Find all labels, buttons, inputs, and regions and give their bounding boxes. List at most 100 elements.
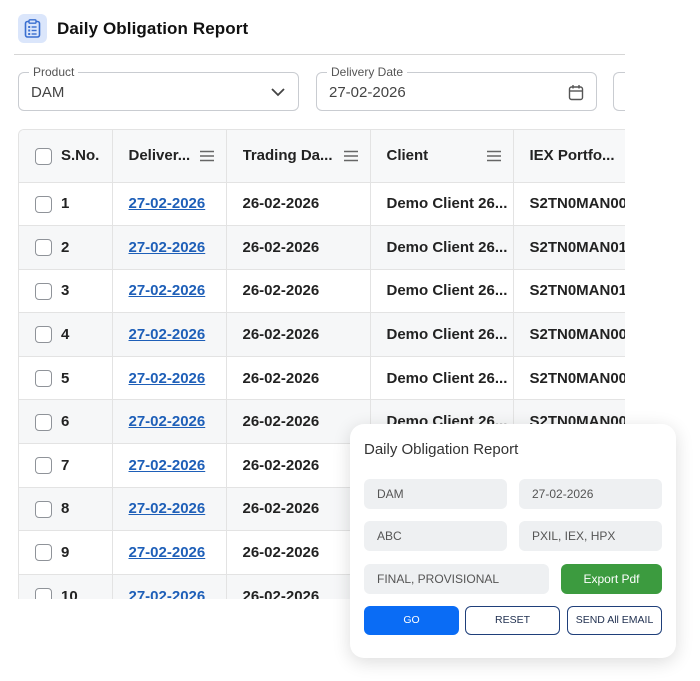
row-checkbox[interactable] [35,544,52,562]
table-row[interactable]: 5 27-02-2026 26-02-2026 Demo Client 26... S2… [19,356,625,401]
row-select-cell [19,312,61,357]
delivery-date-value: 27-02-2026 [329,84,406,101]
iex-portfolio-cell: S2TN0MAN00... [513,312,625,357]
sno-cell: 9 [61,530,113,575]
row-checkbox[interactable] [35,369,52,387]
sno-cell: 10 [61,574,113,599]
delivery-date-link[interactable]: 27-02-2026 [129,282,206,299]
row-select-cell [19,269,61,314]
product-label: Product [29,65,79,79]
delivery-date-link[interactable]: 27-02-2026 [129,239,206,256]
delivery-date-cell: 27-02-2026 [112,225,227,270]
table-row[interactable]: 3 27-02-2026 26-02-2026 Demo Client 26... S2… [19,269,625,314]
column-header-delivery[interactable]: Deliver... [112,130,227,183]
column-menu-icon[interactable] [199,150,214,162]
column-header-sno[interactable]: S.No. [61,130,113,183]
calendar-icon[interactable] [568,84,584,106]
sno-cell: 3 [61,269,113,314]
delivery-date-cell: 27-02-2026 [112,574,227,599]
row-select-cell [19,399,61,445]
sno-cell: 1 [61,182,113,227]
card-exchange-field[interactable]: PXIL, IEX, HPX [519,521,662,551]
header-divider [14,54,625,55]
delivery-date-link[interactable]: 27-02-2026 [129,457,206,474]
trading-date-cell: 26-02-2026 [226,487,371,532]
report-card: Daily Obligation Report DAM 27-02-2026 A… [350,424,676,658]
sno-cell: 4 [61,312,113,357]
delivery-date-cell: 27-02-2026 [112,312,227,357]
delivery-date-link[interactable]: 27-02-2026 [129,370,206,387]
reset-button[interactable]: RESET [465,606,560,635]
client-cell: Demo Client 26... [370,269,514,314]
row-checkbox[interactable] [35,413,52,431]
delivery-date-link[interactable]: 27-02-2026 [129,588,206,599]
partial-filter-field[interactable] [613,72,625,111]
delivery-date-label: Delivery Date [327,65,408,79]
iex-portfolio-cell: S2TN0MAN01... [513,269,625,314]
select-all-checkbox[interactable] [35,147,52,165]
sno-cell: 7 [61,443,113,488]
row-select-cell [19,487,61,532]
sno-cell: 2 [61,225,113,270]
row-checkbox[interactable] [35,239,52,257]
trading-date-cell: 26-02-2026 [226,182,371,227]
client-cell: Demo Client 26... [370,356,514,401]
card-title: Daily Obligation Report [364,441,519,458]
delivery-date-cell: 27-02-2026 [112,443,227,488]
product-select[interactable]: Product DAM [18,65,299,111]
delivery-date-link[interactable]: 27-02-2026 [129,500,206,517]
delivery-date-link[interactable]: 27-02-2026 [129,326,206,343]
column-header-trading-date[interactable]: Trading Da... [226,130,371,183]
sno-cell: 5 [61,356,113,401]
column-header-iex-portfolio[interactable]: IEX Portfo... [513,130,625,183]
trading-date-cell: 26-02-2026 [226,269,371,314]
trading-date-cell: 26-02-2026 [226,356,371,401]
row-select-cell [19,182,61,227]
delivery-date-field[interactable]: Delivery Date 27-02-2026 [316,65,597,111]
product-value: DAM [31,84,65,101]
row-select-cell [19,225,61,270]
row-checkbox[interactable] [35,326,52,344]
sno-cell: 6 [61,399,113,445]
column-menu-icon[interactable] [486,150,501,162]
clipboard-list-icon [18,14,47,43]
select-all-cell [19,130,61,183]
table-row[interactable]: 2 27-02-2026 26-02-2026 Demo Client 26... S2… [19,225,625,270]
page: Daily Obligation Report Product DAM Deli… [0,0,700,681]
client-cell: Demo Client 26... [370,225,514,270]
column-header-client[interactable]: Client [370,130,514,183]
row-checkbox[interactable] [35,282,52,300]
card-client-field[interactable]: ABC [364,521,507,551]
row-checkbox[interactable] [35,500,52,518]
trading-date-cell: 26-02-2026 [226,225,371,270]
trading-date-cell: 26-02-2026 [226,312,371,357]
table-header-row: S.No. Deliver... Trading Da... Client IE… [19,130,625,183]
column-menu-icon[interactable] [343,150,358,162]
delivery-date-link[interactable]: 27-02-2026 [129,195,206,212]
trading-date-cell: 26-02-2026 [226,443,371,488]
delivery-date-cell: 27-02-2026 [112,487,227,532]
page-header: Daily Obligation Report [18,14,248,43]
export-pdf-button[interactable]: Export Pdf [561,564,662,594]
trading-date-cell: 26-02-2026 [226,530,371,575]
card-product-field[interactable]: DAM [364,479,507,509]
delivery-date-cell: 27-02-2026 [112,399,227,445]
card-type-field[interactable]: FINAL, PROVISIONAL [364,564,549,594]
delivery-date-link[interactable]: 27-02-2026 [129,544,206,561]
delivery-date-cell: 27-02-2026 [112,530,227,575]
table-row[interactable]: 1 27-02-2026 26-02-2026 Demo Client 26... S2… [19,182,625,227]
table-row[interactable]: 4 27-02-2026 26-02-2026 Demo Client 26... S2… [19,312,625,357]
delivery-date-link[interactable]: 27-02-2026 [129,413,206,430]
row-checkbox[interactable] [35,587,52,599]
delivery-date-cell: 27-02-2026 [112,182,227,227]
row-select-cell [19,443,61,488]
trading-date-cell: 26-02-2026 [226,574,371,599]
row-checkbox[interactable] [35,457,52,475]
row-select-cell [19,574,61,599]
go-button[interactable]: GO [364,606,459,635]
row-checkbox[interactable] [35,195,52,213]
sno-cell: 8 [61,487,113,532]
send-all-email-button[interactable]: SEND All EMAIL [567,606,662,635]
iex-portfolio-cell: S2TN0MAN00... [513,356,625,401]
card-date-field[interactable]: 27-02-2026 [519,479,662,509]
